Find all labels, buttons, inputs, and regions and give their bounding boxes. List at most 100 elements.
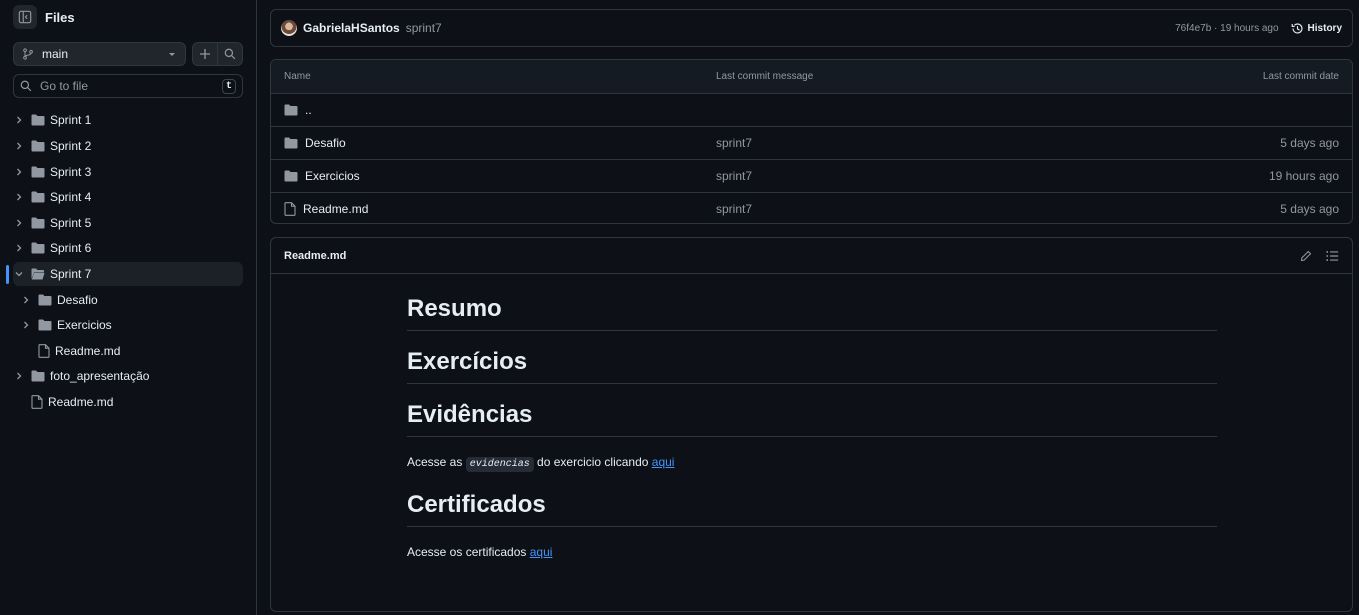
chevron-right-icon bbox=[17, 244, 22, 252]
parent-dir-link[interactable]: .. bbox=[305, 103, 312, 117]
search-icon bbox=[20, 80, 32, 92]
commit-date: 5 days ago bbox=[1280, 136, 1339, 150]
tree-item-desafio[interactable]: Desafio bbox=[20, 288, 243, 312]
tree-item-sprint-7[interactable]: Sprint 7 bbox=[13, 262, 243, 286]
folder-icon bbox=[284, 104, 298, 116]
tree-item-sprint-5[interactable]: Sprint 5 bbox=[13, 211, 243, 235]
chevron-right-icon bbox=[24, 321, 29, 329]
edit-file-button[interactable] bbox=[1300, 250, 1312, 262]
folder-icon bbox=[31, 166, 45, 178]
tree-item-label: Readme.md bbox=[48, 395, 114, 409]
chevron-right-icon bbox=[17, 142, 22, 150]
pencil-icon bbox=[1300, 250, 1312, 261]
header-name: Name bbox=[284, 71, 311, 82]
file-name-link[interactable]: Desafio bbox=[305, 136, 346, 150]
chevron-right-icon bbox=[24, 296, 29, 304]
tree-item-readme-root[interactable]: Readme.md bbox=[13, 390, 243, 414]
commit-message-link[interactable]: sprint7 bbox=[716, 202, 1139, 216]
readme-content: Resumo Exercícios Evidências Acesse as e… bbox=[407, 294, 1217, 577]
file-name-link[interactable]: Readme.md bbox=[303, 202, 368, 216]
plus-icon bbox=[200, 49, 210, 59]
text: Acesse os certificados bbox=[407, 545, 530, 559]
tree-item-label: Sprint 2 bbox=[50, 139, 92, 153]
tree-item-label: Sprint 5 bbox=[50, 216, 92, 230]
certificados-paragraph: Acesse os certificados aqui bbox=[407, 543, 1217, 561]
commit-message-link[interactable]: sprint7 bbox=[716, 169, 1139, 183]
collapse-sidebar-button[interactable] bbox=[13, 5, 37, 29]
tree-item-readme-sprint7[interactable]: Readme.md bbox=[20, 339, 243, 363]
folder-icon bbox=[284, 137, 298, 149]
tree-item-sprint-3[interactable]: Sprint 3 bbox=[13, 160, 243, 184]
sidebar-header: Files bbox=[13, 4, 75, 30]
table-row[interactable]: Readme.md sprint7 5 days ago bbox=[271, 192, 1352, 223]
table-row-parent[interactable]: .. bbox=[271, 93, 1352, 126]
tree-item-label: foto_apresentação bbox=[50, 369, 150, 383]
folder-icon bbox=[38, 294, 52, 306]
tree-item-sprint-6[interactable]: Sprint 6 bbox=[13, 236, 243, 260]
go-to-file-field[interactable]: t bbox=[13, 74, 243, 98]
commit-date: 5 days ago bbox=[1280, 202, 1339, 216]
folder-icon bbox=[31, 140, 45, 152]
heading-resumo: Resumo bbox=[407, 294, 1217, 331]
tree-item-label: Exercicios bbox=[57, 318, 112, 332]
search-icon bbox=[224, 48, 236, 60]
readme-header: Readme.md bbox=[271, 238, 1352, 274]
latest-commit-bar: GabrielaHSantos sprint7 76f4e7b · 19 hou… bbox=[270, 9, 1353, 47]
add-file-button[interactable] bbox=[193, 43, 218, 65]
chevron-right-icon bbox=[17, 372, 22, 380]
tree-actions bbox=[192, 42, 243, 66]
search-files-button[interactable] bbox=[218, 43, 242, 65]
readme-title[interactable]: Readme.md bbox=[284, 250, 346, 262]
commit-author[interactable]: GabrielaHSantos bbox=[303, 21, 400, 35]
avatar[interactable] bbox=[281, 20, 297, 36]
folder-icon bbox=[31, 191, 45, 203]
history-button[interactable]: History bbox=[1291, 22, 1342, 35]
sidebar-collapse-icon bbox=[18, 10, 32, 24]
folder-open-icon bbox=[31, 268, 45, 280]
evidencias-link[interactable]: aqui bbox=[652, 455, 675, 469]
branch-selector[interactable]: main bbox=[13, 42, 186, 66]
evidencias-paragraph: Acesse as evidencias do exercicio clican… bbox=[407, 453, 1217, 474]
tree-item-label: Sprint 3 bbox=[50, 165, 92, 179]
commit-meta[interactable]: 76f4e7b · 19 hours ago bbox=[1175, 23, 1278, 34]
commit-message[interactable]: sprint7 bbox=[406, 21, 442, 35]
tree-item-label: Sprint 4 bbox=[50, 190, 92, 204]
file-icon bbox=[38, 344, 50, 358]
inline-code: evidencias bbox=[465, 457, 534, 472]
history-icon bbox=[1291, 22, 1303, 34]
history-label: History bbox=[1307, 22, 1342, 34]
text: Acesse as bbox=[407, 455, 466, 469]
header-message: Last commit message bbox=[716, 71, 814, 82]
file-icon bbox=[284, 202, 296, 216]
folder-icon bbox=[284, 170, 298, 182]
tree-item-foto-apresentacao[interactable]: foto_apresentação bbox=[13, 364, 243, 388]
heading-exercicios: Exercícios bbox=[407, 347, 1217, 384]
table-header: Name Last commit message Last commit dat… bbox=[271, 60, 1352, 93]
heading-evidencias: Evidências bbox=[407, 400, 1217, 437]
chevron-right-icon bbox=[17, 193, 22, 201]
git-branch-icon bbox=[23, 48, 33, 60]
tree-item-sprint-4[interactable]: Sprint 4 bbox=[13, 185, 243, 209]
heading-certificados: Certificados bbox=[407, 490, 1217, 527]
main-content: GabrielaHSantos sprint7 76f4e7b · 19 hou… bbox=[257, 0, 1359, 615]
file-tree-sidebar: Files main t Sprint 1 bbox=[0, 0, 257, 615]
file-name-link[interactable]: Exercicios bbox=[305, 169, 360, 183]
tree-item-sprint-1[interactable]: Sprint 1 bbox=[13, 108, 243, 132]
chevron-right-icon bbox=[17, 116, 22, 124]
folder-icon bbox=[31, 217, 45, 229]
outline-button[interactable] bbox=[1326, 250, 1339, 262]
tree-item-sprint-2[interactable]: Sprint 2 bbox=[13, 134, 243, 158]
tree-item-label: Readme.md bbox=[55, 344, 121, 358]
folder-icon bbox=[31, 370, 45, 382]
file-icon bbox=[31, 395, 43, 409]
table-row[interactable]: Exercicios sprint7 19 hours ago bbox=[271, 159, 1352, 192]
table-row[interactable]: Desafio sprint7 5 days ago bbox=[271, 126, 1352, 159]
commit-message-link[interactable]: sprint7 bbox=[716, 136, 1139, 150]
tree-item-exercicios[interactable]: Exercicios bbox=[20, 313, 243, 337]
folder-icon bbox=[31, 114, 45, 126]
tree-item-label: Sprint 1 bbox=[50, 113, 92, 127]
go-to-file-input[interactable] bbox=[40, 79, 222, 93]
certificados-link[interactable]: aqui bbox=[530, 545, 553, 559]
folder-icon bbox=[38, 319, 52, 331]
readme-panel: Readme.md Resumo Exercícios Evidências A… bbox=[270, 237, 1353, 612]
